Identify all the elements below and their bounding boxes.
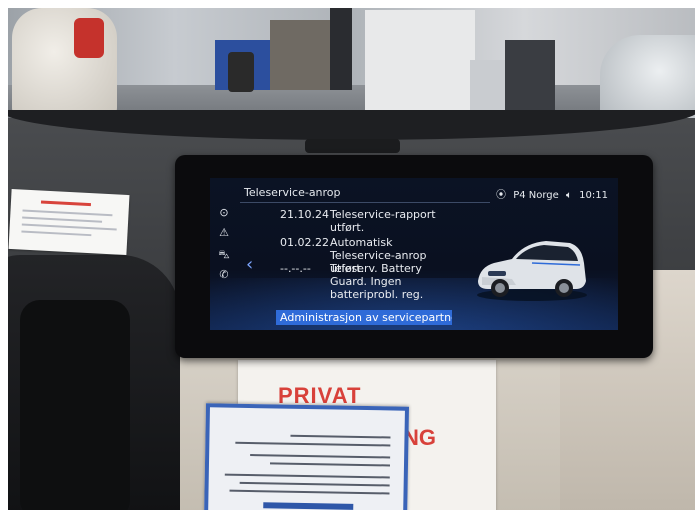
photo-scene: PRIVAT NG Teleservice-anrop ⦿ P4 Norge 🔈… [0,0,699,512]
tool-cart [470,60,510,115]
list-item-date: 21.10.24 [280,208,329,221]
teleservice-icon[interactable]: ✆ [214,268,234,284]
dashboard-vent [305,139,400,153]
red-equipment [74,18,104,58]
radio-station: P4 Norge [513,190,559,201]
paper-note [8,188,130,256]
parking-card [203,403,410,512]
car-service-icon[interactable]: ⛍ [214,248,234,264]
radio-icon: ⦿ [496,190,506,201]
bmw-i3-car-image [477,241,587,301]
service-partner-menu-item[interactable]: Administrasjon av servicepartne [276,310,452,325]
clock: 10:11 [579,190,608,201]
idrive-screen: Teleservice-anrop ⦿ P4 Norge 🔈︎ 10:11 ⊙ … [210,178,618,330]
garage-door [365,10,475,110]
list-item-date: 01.02.22 [280,236,329,249]
warning-icon[interactable]: ⚠ [214,226,234,242]
list-item-text: Teleservice-rapport utført. [330,208,436,234]
steering-column-inner [20,300,130,512]
page-title: Teleservice-anrop [244,186,341,199]
status-bar: ⦿ P4 Norge 🔈︎ 10:11 [492,186,608,201]
tire-pressure-icon[interactable]: ⊙ [214,206,234,222]
title-divider [240,202,490,203]
list-item-text: Teleserv. Battery Guard. Ingen batteripr… [330,262,424,301]
pillar [330,0,352,90]
list-item-date: --.--.-- [280,262,311,275]
speaker-icon: 🔈︎ [565,190,572,201]
tire-machine [505,40,555,115]
chevron-left-icon[interactable]: ‹ [246,254,253,275]
tire-stack [228,52,254,92]
